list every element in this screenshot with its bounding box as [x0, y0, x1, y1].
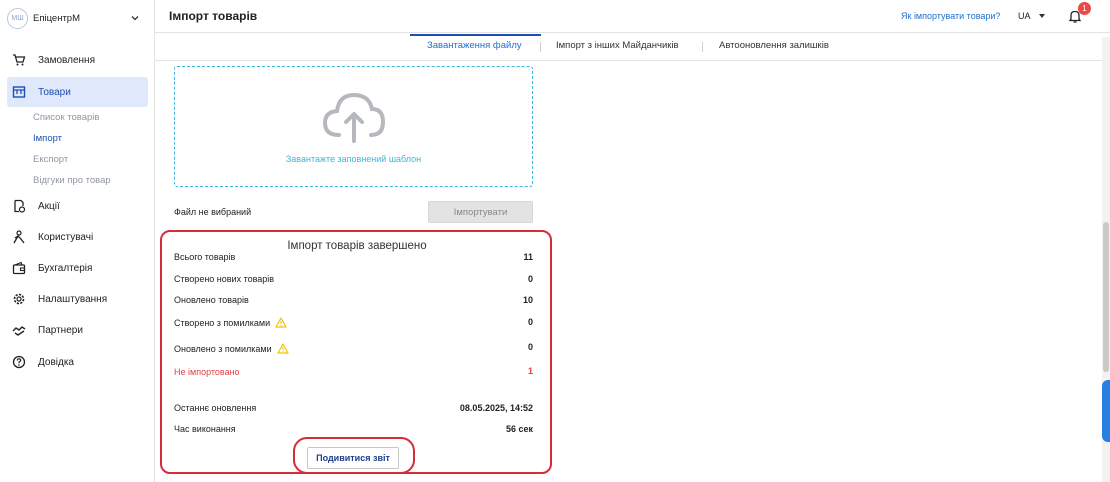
sidebar-item-label: Товари	[38, 86, 71, 98]
cloud-upload-icon	[322, 92, 386, 143]
sidebar-item-label: Партнери	[38, 324, 83, 336]
scrollbar-thumb[interactable]	[1103, 222, 1109, 372]
stat-value-created-with-errors: 0	[527, 317, 533, 327]
sidebar-item-promotions[interactable]: Акції	[7, 191, 148, 221]
sidebar-subitem-import[interactable]: Імпорт	[33, 133, 62, 144]
stat-label-created: Створено нових товарів	[174, 274, 274, 284]
sidebar-subitem-product-list[interactable]: Список товарів	[33, 112, 99, 123]
import-tabs: Завантаження файлу Імпорт з інших Майдан…	[155, 34, 1110, 61]
promo-icon	[11, 198, 27, 214]
sidebar-item-label: Користувачі	[38, 231, 94, 243]
sidebar-item-label: Бухгалтерія	[38, 262, 93, 274]
sidebar-item-orders[interactable]: Замовлення	[7, 45, 148, 75]
file-status: Файл не вибраний	[174, 207, 252, 217]
stat-value-updated: 10	[522, 295, 533, 305]
tab-stock-autoupdate[interactable]: Автооновлення залишків	[719, 40, 829, 51]
help-icon	[11, 354, 27, 370]
result-title: Імпорт товарів завершено	[287, 240, 427, 252]
handshake-icon	[11, 322, 27, 338]
sidebar-item-label: Налаштування	[38, 293, 108, 305]
gear-icon	[11, 291, 27, 307]
sidebar-item-label: Замовлення	[38, 54, 95, 66]
sidebar-item-users[interactable]: Користувачі	[7, 222, 148, 252]
shop-switcher[interactable]: МШ ЕпіцентрМ	[0, 0, 155, 36]
tab-other-marketplaces[interactable]: Імпорт з інших Майданчиків	[556, 40, 679, 51]
users-icon	[11, 229, 27, 245]
top-header: Імпорт товарів Як імпортувати товари? UA…	[155, 0, 1110, 33]
import-help-link[interactable]: Як імпортувати товари?	[901, 11, 1000, 21]
sidebar: МШ ЕпіцентрМ Замовлення Товари Список то…	[0, 0, 155, 482]
active-tab-indicator	[410, 34, 541, 36]
stat-label-text: Створено нових товарів	[174, 274, 275, 284]
language-selector[interactable]: UA	[1018, 11, 1031, 21]
chevron-down-icon[interactable]	[130, 13, 140, 23]
stat-label-text: Створено з помилками	[174, 317, 271, 328]
sidebar-item-label: Довідка	[38, 356, 74, 368]
stat-label-updated-with-errors: Оновлено з помилками	[174, 343, 289, 354]
tab-file-upload[interactable]: Завантаження файлу	[427, 40, 522, 51]
stat-label-text: Оновлено товарів	[174, 295, 249, 305]
stat-label-last-update: Останнє оновлення	[174, 403, 256, 413]
warning-icon	[275, 317, 287, 328]
box-icon	[11, 84, 27, 100]
stat-value-total: 11	[523, 252, 533, 262]
sidebar-item-products[interactable]: Товари	[7, 77, 148, 107]
sidebar-item-help[interactable]: Довідка	[7, 347, 148, 377]
caret-down-icon[interactable]	[1039, 14, 1045, 18]
tab-divider	[540, 42, 541, 52]
stat-value-created: 0	[527, 274, 533, 284]
shop-logo: МШ	[7, 7, 28, 29]
dropzone-hint: Завантажте заповнений шаблон	[285, 154, 422, 164]
sidebar-item-settings[interactable]: Налаштування	[7, 284, 148, 314]
sidebar-item-label: Акції	[38, 200, 60, 212]
cart-icon	[11, 52, 27, 68]
stat-label-updated: Оновлено товарів	[174, 295, 249, 305]
sidebar-subitem-reviews[interactable]: Відгуки про товар	[33, 175, 111, 186]
wallet-icon	[11, 260, 27, 276]
stat-label-text: Оновлено з помилками	[174, 343, 272, 354]
sidebar-item-partners[interactable]: Партнери	[7, 315, 148, 345]
shop-name: ЕпіцентрМ	[33, 12, 81, 24]
stat-value-duration: 56 сек	[505, 424, 533, 434]
warning-icon	[277, 343, 289, 354]
import-button[interactable]: Імпортувати	[428, 201, 533, 223]
stat-label-text: Час виконання	[174, 424, 236, 434]
stat-label-text: Останнє оновлення	[174, 403, 257, 413]
stat-value-updated-with-errors: 0	[527, 342, 533, 352]
page-title: Імпорт товарів	[169, 9, 258, 23]
file-dropzone[interactable]: Завантажте заповнений шаблон	[174, 66, 533, 187]
stat-label-created-with-errors: Створено з помилками	[174, 317, 287, 328]
stat-label-not-imported: Не імпортовано	[174, 367, 240, 377]
stat-label-text: Не імпортовано	[174, 367, 240, 377]
stat-value-last-update: 08.05.2025, 14:52	[459, 403, 533, 413]
import-result-panel: Імпорт товарів завершено Всього товарів …	[160, 230, 552, 474]
floating-side-tab[interactable]	[1102, 380, 1110, 442]
stat-label-duration: Час виконання	[174, 424, 236, 434]
tab-divider	[702, 42, 703, 52]
stat-label-total: Всього товарів	[174, 252, 235, 262]
stat-label-text: Всього товарів	[174, 252, 236, 262]
stat-value-not-imported: 1	[527, 366, 533, 376]
sidebar-item-accounting[interactable]: Бухгалтерія	[7, 253, 148, 283]
notification-badge: 1	[1078, 2, 1091, 15]
sidebar-subitem-export[interactable]: Експорт	[33, 154, 68, 165]
view-report-button[interactable]: Подивитися звіт	[307, 447, 399, 469]
